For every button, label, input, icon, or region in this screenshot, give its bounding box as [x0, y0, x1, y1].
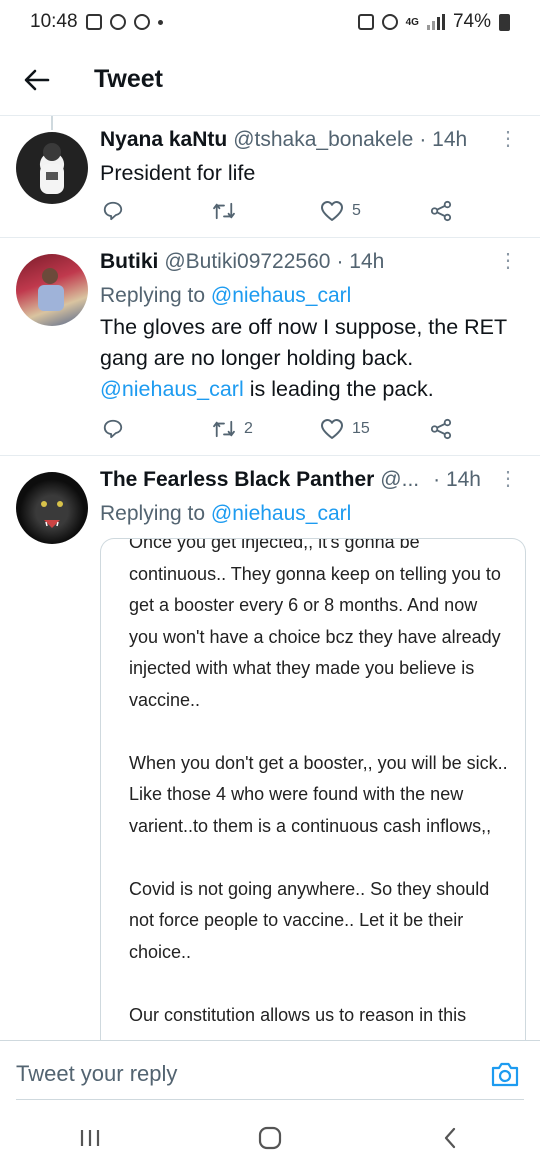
author-handle[interactable]: @tshaka_bonakele	[233, 128, 413, 152]
like-icon	[321, 201, 343, 221]
replying-to: Replying to @niehaus_carl	[100, 498, 522, 530]
retweet-button[interactable]	[212, 201, 244, 221]
tweet-actions: 2 15	[100, 414, 480, 444]
more-icon[interactable]: ⋮	[498, 129, 518, 149]
chrome-notification-icon	[109, 14, 126, 30]
replying-to-label: Replying to	[100, 284, 206, 307]
system-back-button[interactable]	[420, 1118, 480, 1158]
like-count: 5	[352, 202, 361, 219]
gallery-notification-icon	[85, 14, 102, 30]
tweet-time: · 14h	[419, 128, 468, 151]
retweet-icon	[213, 202, 235, 220]
app-header: Tweet	[0, 44, 540, 116]
image-paragraph: Once you get injected,, it's gonna be co…	[129, 538, 501, 710]
image-text: Once you get injected,, it's gonna be co…	[129, 538, 509, 1042]
like-button[interactable]: 15	[320, 418, 370, 440]
image-paragraph: Covid is not going anywhere.. So they sh…	[129, 878, 490, 962]
hotspot-icon	[381, 14, 398, 30]
image-paragraph: When you don't get a booster,, you will …	[129, 752, 508, 836]
tweet-time: · 14h	[336, 250, 385, 273]
author-handle[interactable]: @...	[380, 468, 419, 492]
recent-apps-button[interactable]	[60, 1118, 120, 1158]
share-button[interactable]	[430, 200, 452, 222]
like-icon	[321, 419, 343, 439]
system-nav-bar	[0, 1106, 540, 1170]
tweet-text-part: is leading the pack.	[243, 377, 434, 401]
tweet[interactable]: Butiki @Butiki09722560 · 14h Replying to…	[0, 238, 540, 456]
tweet-text: President for life	[100, 161, 256, 185]
author-name[interactable]: Butiki	[100, 250, 158, 274]
more-icon[interactable]: ⋮	[498, 251, 518, 271]
mention-link[interactable]: @niehaus_carl	[100, 377, 244, 401]
retweet-count: 2	[244, 420, 253, 437]
network-type: 4G	[405, 16, 419, 28]
avatar[interactable]	[16, 132, 88, 204]
page-title: Tweet	[94, 65, 163, 93]
tweet-text-part: The gloves are off now I suppose, the RE…	[100, 315, 507, 370]
status-time: 10:48	[30, 11, 78, 32]
tweet-image[interactable]: Once you get injected,, it's gonna be co…	[100, 538, 526, 1042]
divider	[16, 1099, 524, 1100]
back-icon	[444, 1127, 456, 1149]
tweet-text: The gloves are off now I suppose, the RE…	[100, 312, 522, 405]
home-button[interactable]	[240, 1118, 300, 1158]
home-icon	[258, 1126, 282, 1150]
more-notifications-icon	[157, 19, 163, 25]
replying-to: Replying to @niehaus_carl	[100, 280, 522, 312]
tweet[interactable]: Nyana kaNtu @tshaka_bonakele · 14h Presi…	[0, 116, 540, 238]
avatar[interactable]	[16, 254, 88, 326]
camera-icon	[491, 1062, 519, 1086]
back-arrow-icon	[24, 69, 50, 90]
tweet-time: · 14h	[433, 468, 481, 491]
camera-button[interactable]	[488, 1057, 522, 1091]
retweet-button[interactable]: 2	[212, 419, 253, 439]
image-paragraph: Our constitution allows us to reason in …	[129, 1004, 467, 1025]
mention-link[interactable]: @niehaus_carl	[211, 284, 351, 307]
whatsapp-notification-icon	[133, 14, 150, 30]
reply-input[interactable]: Tweet your reply	[16, 1061, 488, 1087]
battery-icon	[499, 13, 510, 31]
like-button[interactable]: 5	[320, 200, 361, 222]
reply-icon	[103, 201, 123, 221]
status-bar: 10:48 4G 74%	[0, 0, 540, 44]
recent-apps-icon	[80, 1130, 100, 1146]
like-count: 15	[352, 420, 370, 437]
battery-level: 74%	[452, 11, 491, 32]
author-name[interactable]: Nyana kaNtu	[100, 128, 227, 152]
alarm-icon	[357, 14, 374, 30]
reply-button[interactable]	[102, 200, 124, 222]
share-icon	[430, 200, 452, 222]
mention-link[interactable]: @niehaus_carl	[211, 502, 351, 525]
retweet-icon	[213, 420, 235, 438]
avatar[interactable]	[16, 472, 88, 544]
reply-button[interactable]	[102, 418, 124, 440]
tweet-actions: 5	[100, 196, 480, 226]
replying-to-label: Replying to	[100, 502, 206, 525]
signal-icon	[426, 14, 445, 30]
reply-bar: Tweet your reply	[0, 1040, 540, 1106]
share-button[interactable]	[430, 418, 452, 440]
back-button[interactable]	[0, 44, 74, 116]
share-icon	[430, 418, 452, 440]
reply-icon	[103, 419, 123, 439]
author-handle[interactable]: @Butiki09722560	[164, 250, 330, 274]
author-name[interactable]: The Fearless Black Panther	[100, 468, 374, 492]
more-icon[interactable]: ⋮	[498, 469, 518, 489]
